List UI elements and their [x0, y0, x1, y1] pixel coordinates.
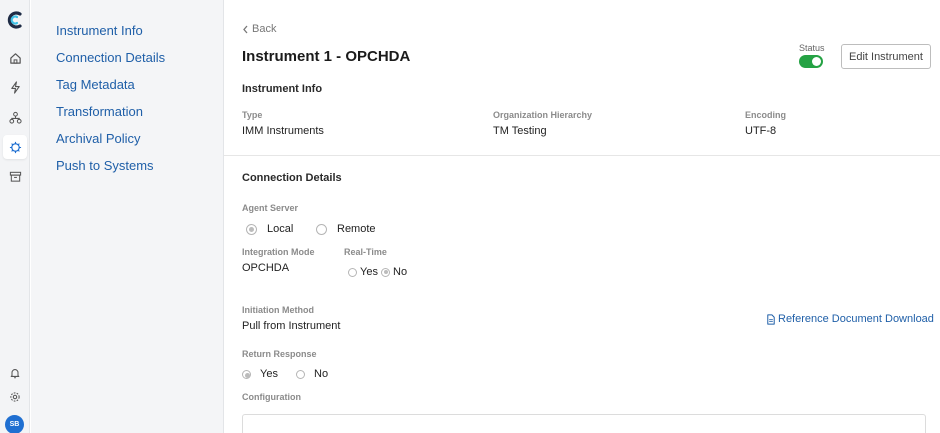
avatar[interactable]: SB: [5, 415, 24, 433]
document-icon: [767, 313, 775, 325]
bolt-icon[interactable]: [6, 78, 24, 96]
nav-tag-metadata[interactable]: Tag Metadata: [56, 77, 135, 92]
hierarchy-icon[interactable]: [6, 108, 24, 126]
agent-remote-label: Remote: [337, 223, 376, 235]
realtime-no-radio[interactable]: No: [381, 266, 407, 278]
realtime-label: Real-Time: [344, 247, 387, 257]
connection-details-heading: Connection Details: [242, 172, 342, 184]
return-no-radio[interactable]: No: [296, 368, 328, 380]
instrument-icon[interactable]: [3, 135, 27, 159]
radio-unselected: [296, 369, 305, 379]
return-yes-label: Yes: [260, 368, 278, 380]
realtime-yes-radio[interactable]: Yes: [348, 266, 378, 278]
return-no-label: No: [314, 368, 329, 380]
org-hierarchy-value: TM Testing: [493, 125, 547, 137]
toggle-knob: [812, 57, 821, 66]
agent-local-label: Local: [267, 223, 294, 235]
configuration-label: Configuration: [242, 392, 301, 402]
nav-archival-policy[interactable]: Archival Policy: [56, 131, 141, 146]
radio-selected: [381, 267, 390, 277]
agent-server-label: Agent Server: [242, 203, 299, 213]
back-label: Back: [252, 23, 277, 35]
integration-mode-label: Integration Mode: [242, 247, 315, 257]
nav-push-to-systems[interactable]: Push to Systems: [56, 158, 154, 173]
initiation-method-label: Initiation Method: [242, 305, 314, 315]
agent-local-radio[interactable]: Local: [246, 223, 293, 235]
icon-rail: SB: [0, 0, 30, 433]
status-label: Status: [799, 43, 825, 53]
main-content: Back Instrument 1 - OPCHDA Status Edit I…: [224, 0, 940, 433]
section-divider: [224, 155, 940, 156]
archive-icon[interactable]: [6, 167, 24, 185]
nav-transformation[interactable]: Transformation: [56, 104, 143, 119]
nav-connection-details[interactable]: Connection Details: [56, 50, 165, 65]
radio-unselected: [348, 267, 357, 277]
encoding-label: Encoding: [745, 110, 786, 120]
gear-icon[interactable]: [6, 388, 24, 406]
home-icon[interactable]: [6, 49, 24, 67]
back-link[interactable]: Back: [242, 23, 276, 35]
type-label: Type: [242, 110, 263, 120]
encoding-value: UTF-8: [745, 125, 777, 137]
edit-instrument-button[interactable]: Edit Instrument: [841, 44, 931, 69]
initiation-method-value: Pull from Instrument: [242, 320, 341, 332]
radio-selected: [246, 223, 257, 235]
section-nav: Instrument Info Connection Details Tag M…: [31, 0, 224, 433]
nav-instrument-info[interactable]: Instrument Info: [56, 23, 143, 38]
chevron-left-icon: [243, 25, 248, 33]
bell-icon[interactable]: [6, 364, 24, 382]
org-hierarchy-label: Organization Hierarchy: [493, 110, 593, 120]
radio-unselected: [316, 223, 327, 235]
return-yes-radio[interactable]: Yes: [242, 368, 278, 380]
integration-mode-value: OPCHDA: [242, 262, 290, 274]
radio-selected: [242, 369, 251, 379]
reference-document-label: Reference Document Download: [778, 313, 934, 325]
return-response-label: Return Response: [242, 349, 317, 359]
status-toggle[interactable]: [799, 55, 823, 68]
reference-document-link[interactable]: Reference Document Download: [766, 313, 934, 325]
configuration-input[interactable]: [242, 414, 926, 433]
page-title: Instrument 1 - OPCHDA: [242, 48, 411, 65]
realtime-no-label: No: [393, 266, 408, 278]
app-logo[interactable]: [6, 11, 24, 29]
type-value: IMM Instruments: [242, 125, 324, 137]
agent-remote-radio[interactable]: Remote: [316, 223, 376, 235]
realtime-yes-label: Yes: [360, 266, 378, 278]
instrument-info-heading: Instrument Info: [242, 83, 323, 95]
